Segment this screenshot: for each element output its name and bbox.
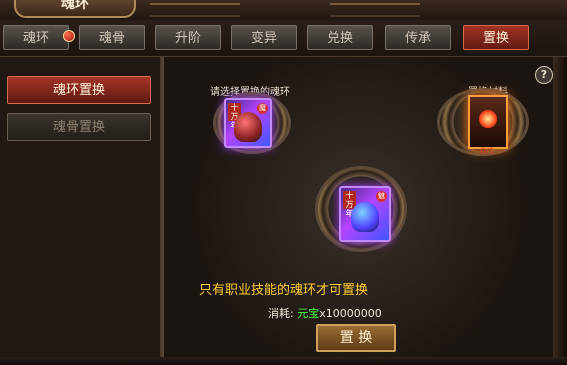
tab-label: 传承 <box>404 31 431 46</box>
replace-material-item[interactable] <box>468 95 508 149</box>
tab-label: 魂环 <box>22 31 49 46</box>
notification-dot-icon <box>63 30 75 42</box>
top-ornament-left <box>150 3 240 17</box>
sidebar-item-soul-bone-replace[interactable]: 魂骨置换 <box>7 113 151 141</box>
right-frame <box>553 57 567 357</box>
window-title: 魂环 <box>14 0 136 18</box>
cost-amount: x10000000 <box>319 307 382 320</box>
left-soul-ring-card[interactable]: 十万年 魔 <box>224 98 272 148</box>
center-soul-ring-card[interactable]: 十万年 魅 <box>339 186 391 242</box>
tab-soul-bone[interactable]: 魂骨 <box>79 25 145 50</box>
card-badge: 魔 <box>257 103 268 114</box>
window-frame-bottom <box>0 357 567 365</box>
tab-label: 兑换 <box>326 31 353 46</box>
cost-row: 消耗: 元宝x10000000 <box>268 305 428 321</box>
tab-replace[interactable]: 置换 <box>463 25 529 50</box>
tab-soul-ring[interactable]: 魂环 <box>3 25 75 50</box>
info-text: 只有职业技能的魂环才可置换 <box>198 283 368 298</box>
tab-mutation[interactable]: 变异 <box>231 25 297 50</box>
tab-label: 置换 <box>482 31 509 46</box>
card-badge: 魅 <box>376 191 387 202</box>
tab-inherit[interactable]: 传承 <box>385 25 451 50</box>
beast-icon <box>351 202 379 232</box>
tab-bar: 魂环 魂骨 升阶 变异 兑换 传承 置换 <box>0 20 567 57</box>
material-count: 0/1 <box>480 147 495 157</box>
top-ornament-right <box>330 3 420 17</box>
tab-label: 魂骨 <box>98 31 125 46</box>
sidebar: 魂环置换 魂骨置换 <box>0 57 162 357</box>
help-icon[interactable]: ? <box>535 66 553 84</box>
tab-label: 变异 <box>250 31 277 46</box>
cost-label: 消耗: <box>268 307 294 320</box>
window-frame-top: 魂环 <box>0 0 567 22</box>
tab-label: 升阶 <box>174 31 201 46</box>
sidebar-item-soul-ring-replace[interactable]: 魂环置换 <box>7 76 151 104</box>
tab-upgrade[interactable]: 升阶 <box>155 25 221 50</box>
beast-icon <box>234 112 262 142</box>
replace-button[interactable]: 置 换 <box>316 324 396 352</box>
tab-exchange[interactable]: 兑换 <box>307 25 373 50</box>
currency-name: 元宝 <box>297 307 320 320</box>
